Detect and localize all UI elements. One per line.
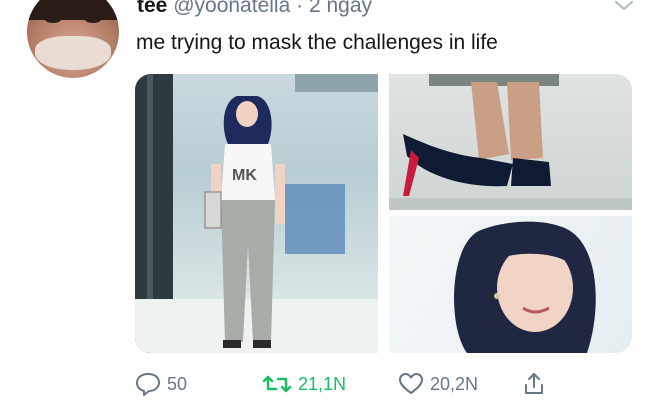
share-button[interactable]	[522, 372, 546, 396]
avatar-face-mask	[35, 36, 111, 70]
retweet-button[interactable]: 21,1N	[262, 372, 346, 396]
avatar-eye-right	[85, 16, 101, 23]
author-handle[interactable]: @yoonatella	[173, 0, 290, 17]
reply-button[interactable]: 50	[135, 372, 187, 396]
avatar[interactable]	[27, 0, 119, 78]
media-grid: MK	[135, 74, 632, 353]
tweet-time[interactable]: 2 ngày	[309, 0, 372, 17]
media-image-bottom-right[interactable]	[389, 216, 632, 353]
chevron-down-icon[interactable]	[612, 0, 636, 23]
tweet-actions: 50 21,1N 20,2N	[0, 372, 660, 396]
reply-icon	[135, 372, 161, 396]
media-image-left[interactable]: MK	[135, 74, 378, 353]
tweet-text: me trying to mask the challenges in life	[136, 31, 498, 54]
avatar-hair	[27, 0, 119, 20]
retweet-icon	[262, 372, 292, 396]
tweet-header: tee @yoonatella · 2 ngày	[137, 0, 372, 19]
like-count: 20,2N	[430, 373, 479, 394]
reply-count: 50	[167, 373, 188, 394]
separator-dot: ·	[296, 0, 304, 17]
retweet-count: 21,1N	[298, 373, 347, 394]
like-button[interactable]: 20,2N	[398, 372, 478, 396]
media-image-top-right[interactable]	[389, 74, 632, 210]
svg-text:MK: MK	[232, 167, 257, 184]
heart-icon	[398, 372, 424, 396]
author-name[interactable]: tee	[137, 0, 167, 17]
avatar-eye-left	[45, 16, 61, 23]
share-icon	[522, 372, 546, 396]
